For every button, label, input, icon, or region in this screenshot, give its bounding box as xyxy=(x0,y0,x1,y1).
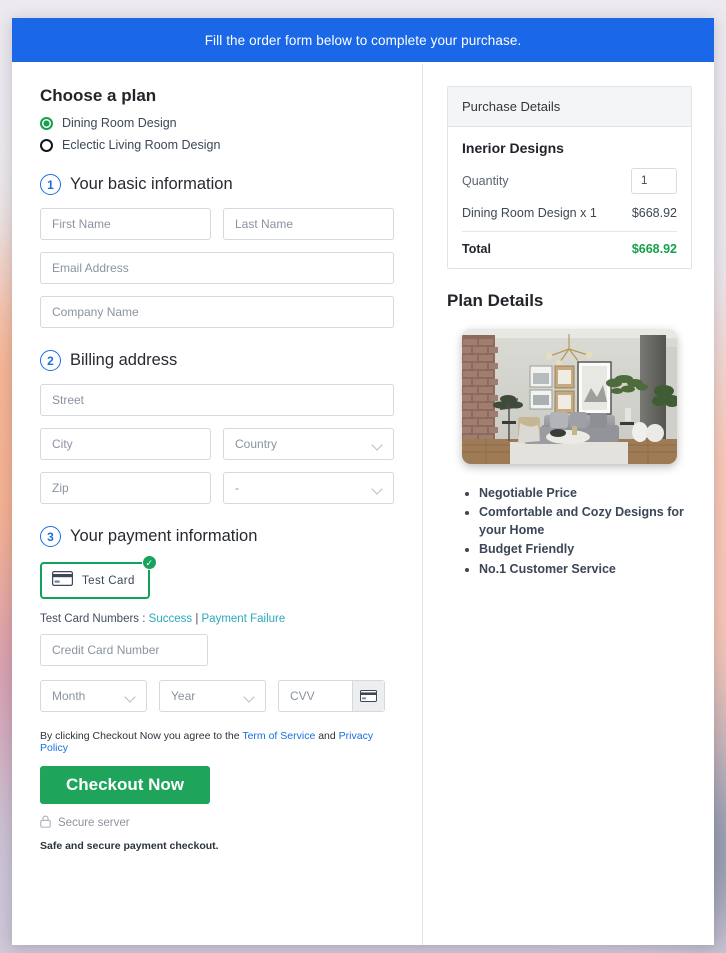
plan-option-eclectic-living-room[interactable]: Eclectic Living Room Design xyxy=(40,138,394,152)
plan-option-label: Dining Room Design xyxy=(62,116,177,130)
total-label: Total xyxy=(462,242,491,256)
cvv-card-icon xyxy=(352,681,384,711)
test-card-numbers-line: Test Card Numbers : Success | Payment Fa… xyxy=(40,613,394,625)
plan-option-dining-room[interactable]: Dining Room Design xyxy=(40,116,394,130)
plan-details-heading: Plan Details xyxy=(447,291,544,310)
line-item-row: Dining Room Design x 1 $668.92 xyxy=(462,206,677,232)
credit-card-number-input[interactable]: Credit Card Number xyxy=(40,634,208,666)
total-row: Total $668.92 xyxy=(462,232,677,256)
step-billing-address: 2 Billing address xyxy=(40,350,394,371)
step-number-badge: 3 xyxy=(40,526,61,547)
safe-checkout-note: Safe and secure payment checkout. xyxy=(40,840,219,852)
email-row: Email Address xyxy=(40,252,394,284)
radio-selected-icon[interactable] xyxy=(40,116,53,130)
step-payment-information: 3 Your payment information xyxy=(40,526,394,547)
checkout-card: Fill the order form below to complete yo… xyxy=(12,18,714,945)
step-title: Billing address xyxy=(70,351,178,369)
step-basic-information: 1 Your basic information xyxy=(40,174,394,195)
expiry-cvv-row: Month Year CVV xyxy=(40,680,394,712)
summary-column: Purchase Details Inerior Designs Quantit… xyxy=(423,62,714,945)
page-banner: Fill the order form below to complete yo… xyxy=(12,18,714,62)
total-amount: $668.92 xyxy=(631,242,677,256)
last-name-input[interactable]: Last Name xyxy=(223,208,394,240)
list-item: Negotiable Price xyxy=(479,484,692,502)
payment-method-tile-wrap: Test Card ✓ xyxy=(40,555,157,599)
line-item-label: Dining Room Design x 1 xyxy=(462,206,597,220)
first-name-input[interactable]: First Name xyxy=(40,208,211,240)
check-circle-icon: ✓ xyxy=(141,555,157,570)
content-columns: Choose a plan Dining Room Design Eclecti… xyxy=(12,62,714,945)
line-item-amount: $668.92 xyxy=(631,206,677,220)
company-name-input[interactable]: Company Name xyxy=(40,296,394,328)
banner-text: Fill the order form below to complete yo… xyxy=(204,32,522,48)
card-number-row: Credit Card Number xyxy=(40,634,394,666)
quantity-label: Quantity xyxy=(462,174,509,188)
step-number-badge: 2 xyxy=(40,350,61,371)
list-item: Comfortable and Cozy Designs for your Ho… xyxy=(479,503,692,539)
state-select[interactable]: - xyxy=(223,472,394,504)
quantity-stepper[interactable] xyxy=(631,168,677,194)
payment-method-test-card[interactable]: Test Card xyxy=(40,562,150,599)
terms-prefix: By clicking Checkout Now you agree to th… xyxy=(40,730,243,742)
terms-agreement-text: By clicking Checkout Now you agree to th… xyxy=(40,730,394,754)
choose-plan-heading: Choose a plan xyxy=(40,86,157,105)
expiry-year-select[interactable]: Year xyxy=(159,680,266,712)
country-select[interactable]: Country xyxy=(223,428,394,460)
zip-state-row: Zip - xyxy=(40,472,394,504)
email-input[interactable]: Email Address xyxy=(40,252,394,284)
credit-card-icon xyxy=(52,570,73,591)
plan-room-image xyxy=(462,329,677,464)
expiry-month-select[interactable]: Month xyxy=(40,680,147,712)
terms-middle: and xyxy=(315,730,339,742)
plan-feature-list: Negotiable Price Comfortable and Cozy De… xyxy=(447,484,692,578)
link-payment-failure[interactable]: Payment Failure xyxy=(202,613,286,625)
cvv-input-group: CVV xyxy=(278,680,385,712)
city-country-row: City Country xyxy=(40,428,394,460)
link-separator: | xyxy=(192,613,202,625)
city-input[interactable]: City xyxy=(40,428,211,460)
radio-unselected-icon[interactable] xyxy=(40,138,53,152)
product-title: Inerior Designs xyxy=(462,140,564,156)
company-row: Company Name xyxy=(40,296,394,328)
step-title: Your payment information xyxy=(70,527,258,545)
purchase-details-panel: Purchase Details Inerior Designs Quantit… xyxy=(447,86,692,269)
quantity-row: Quantity xyxy=(462,168,677,194)
payment-method-label: Test Card xyxy=(82,574,135,587)
street-input[interactable]: Street xyxy=(40,384,394,416)
link-term-of-service[interactable]: Term of Service xyxy=(242,730,315,742)
secure-server-note: Secure server xyxy=(40,815,394,831)
name-row: First Name Last Name xyxy=(40,208,394,240)
purchase-details-body: Inerior Designs Quantity Dining Room Des… xyxy=(448,127,691,268)
secure-server-label: Secure server xyxy=(58,817,130,829)
step-title: Your basic information xyxy=(70,175,233,193)
lock-icon xyxy=(40,815,51,831)
test-card-numbers-prefix: Test Card Numbers : xyxy=(40,613,149,625)
link-success[interactable]: Success xyxy=(149,613,192,625)
step-number-badge: 1 xyxy=(40,174,61,195)
zip-input[interactable]: Zip xyxy=(40,472,211,504)
plan-option-label: Eclectic Living Room Design xyxy=(62,138,221,152)
list-item: No.1 Customer Service xyxy=(479,560,692,578)
list-item: Budget Friendly xyxy=(479,540,692,558)
checkout-now-button[interactable]: Checkout Now xyxy=(40,766,210,804)
cvv-input[interactable]: CVV xyxy=(290,689,352,703)
purchase-details-header: Purchase Details xyxy=(448,87,691,127)
street-row: Street xyxy=(40,384,394,416)
order-form-column: Choose a plan Dining Room Design Eclecti… xyxy=(12,62,422,945)
